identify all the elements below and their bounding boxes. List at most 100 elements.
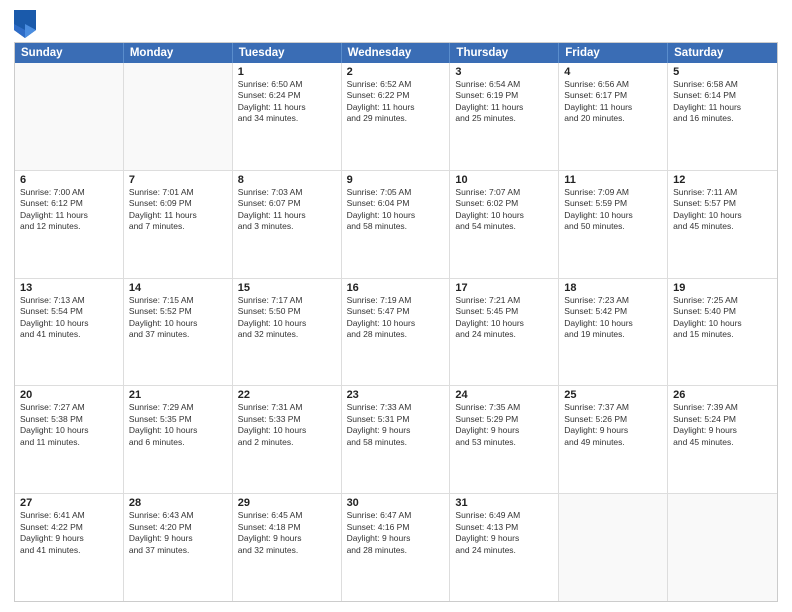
calendar-header: SundayMondayTuesdayWednesdayThursdayFrid… bbox=[15, 43, 777, 63]
day-number: 18 bbox=[564, 282, 662, 294]
calendar-cell: 19Sunrise: 7:25 AM Sunset: 5:40 PM Dayli… bbox=[668, 279, 777, 386]
day-number: 8 bbox=[238, 174, 336, 186]
day-number: 19 bbox=[673, 282, 772, 294]
day-info: Sunrise: 7:23 AM Sunset: 5:42 PM Dayligh… bbox=[564, 295, 662, 341]
calendar-header-cell: Thursday bbox=[450, 43, 559, 63]
day-info: Sunrise: 7:33 AM Sunset: 5:31 PM Dayligh… bbox=[347, 402, 445, 448]
calendar-row: 1Sunrise: 6:50 AM Sunset: 6:24 PM Daylig… bbox=[15, 63, 777, 171]
day-number: 10 bbox=[455, 174, 553, 186]
calendar-header-cell: Tuesday bbox=[233, 43, 342, 63]
day-number: 24 bbox=[455, 389, 553, 401]
calendar-header-cell: Monday bbox=[124, 43, 233, 63]
day-number: 16 bbox=[347, 282, 445, 294]
calendar-cell bbox=[15, 63, 124, 170]
day-number: 29 bbox=[238, 497, 336, 509]
calendar-cell: 29Sunrise: 6:45 AM Sunset: 4:18 PM Dayli… bbox=[233, 494, 342, 601]
day-info: Sunrise: 6:41 AM Sunset: 4:22 PM Dayligh… bbox=[20, 510, 118, 556]
calendar-cell bbox=[559, 494, 668, 601]
day-info: Sunrise: 7:27 AM Sunset: 5:38 PM Dayligh… bbox=[20, 402, 118, 448]
calendar-cell: 14Sunrise: 7:15 AM Sunset: 5:52 PM Dayli… bbox=[124, 279, 233, 386]
day-info: Sunrise: 7:37 AM Sunset: 5:26 PM Dayligh… bbox=[564, 402, 662, 448]
day-number: 1 bbox=[238, 66, 336, 78]
day-info: Sunrise: 7:31 AM Sunset: 5:33 PM Dayligh… bbox=[238, 402, 336, 448]
calendar-cell: 6Sunrise: 7:00 AM Sunset: 6:12 PM Daylig… bbox=[15, 171, 124, 278]
day-info: Sunrise: 7:15 AM Sunset: 5:52 PM Dayligh… bbox=[129, 295, 227, 341]
day-info: Sunrise: 7:03 AM Sunset: 6:07 PM Dayligh… bbox=[238, 187, 336, 233]
day-info: Sunrise: 6:52 AM Sunset: 6:22 PM Dayligh… bbox=[347, 79, 445, 125]
day-info: Sunrise: 6:56 AM Sunset: 6:17 PM Dayligh… bbox=[564, 79, 662, 125]
calendar-header-cell: Friday bbox=[559, 43, 668, 63]
day-number: 17 bbox=[455, 282, 553, 294]
calendar-cell: 28Sunrise: 6:43 AM Sunset: 4:20 PM Dayli… bbox=[124, 494, 233, 601]
calendar-cell: 21Sunrise: 7:29 AM Sunset: 5:35 PM Dayli… bbox=[124, 386, 233, 493]
day-info: Sunrise: 7:19 AM Sunset: 5:47 PM Dayligh… bbox=[347, 295, 445, 341]
calendar-row: 13Sunrise: 7:13 AM Sunset: 5:54 PM Dayli… bbox=[15, 279, 777, 387]
day-number: 28 bbox=[129, 497, 227, 509]
calendar-cell: 8Sunrise: 7:03 AM Sunset: 6:07 PM Daylig… bbox=[233, 171, 342, 278]
calendar-cell: 13Sunrise: 7:13 AM Sunset: 5:54 PM Dayli… bbox=[15, 279, 124, 386]
day-info: Sunrise: 6:50 AM Sunset: 6:24 PM Dayligh… bbox=[238, 79, 336, 125]
day-number: 27 bbox=[20, 497, 118, 509]
calendar-cell: 1Sunrise: 6:50 AM Sunset: 6:24 PM Daylig… bbox=[233, 63, 342, 170]
day-info: Sunrise: 6:54 AM Sunset: 6:19 PM Dayligh… bbox=[455, 79, 553, 125]
day-number: 25 bbox=[564, 389, 662, 401]
day-info: Sunrise: 7:29 AM Sunset: 5:35 PM Dayligh… bbox=[129, 402, 227, 448]
calendar-cell: 10Sunrise: 7:07 AM Sunset: 6:02 PM Dayli… bbox=[450, 171, 559, 278]
calendar-cell: 20Sunrise: 7:27 AM Sunset: 5:38 PM Dayli… bbox=[15, 386, 124, 493]
day-info: Sunrise: 7:07 AM Sunset: 6:02 PM Dayligh… bbox=[455, 187, 553, 233]
day-info: Sunrise: 7:21 AM Sunset: 5:45 PM Dayligh… bbox=[455, 295, 553, 341]
calendar-cell: 31Sunrise: 6:49 AM Sunset: 4:13 PM Dayli… bbox=[450, 494, 559, 601]
calendar-row: 27Sunrise: 6:41 AM Sunset: 4:22 PM Dayli… bbox=[15, 494, 777, 601]
day-info: Sunrise: 7:25 AM Sunset: 5:40 PM Dayligh… bbox=[673, 295, 772, 341]
day-number: 22 bbox=[238, 389, 336, 401]
day-info: Sunrise: 7:01 AM Sunset: 6:09 PM Dayligh… bbox=[129, 187, 227, 233]
day-number: 11 bbox=[564, 174, 662, 186]
day-number: 12 bbox=[673, 174, 772, 186]
day-info: Sunrise: 7:05 AM Sunset: 6:04 PM Dayligh… bbox=[347, 187, 445, 233]
day-number: 31 bbox=[455, 497, 553, 509]
day-number: 7 bbox=[129, 174, 227, 186]
calendar-cell: 18Sunrise: 7:23 AM Sunset: 5:42 PM Dayli… bbox=[559, 279, 668, 386]
day-info: Sunrise: 6:43 AM Sunset: 4:20 PM Dayligh… bbox=[129, 510, 227, 556]
day-info: Sunrise: 7:39 AM Sunset: 5:24 PM Dayligh… bbox=[673, 402, 772, 448]
calendar-cell: 3Sunrise: 6:54 AM Sunset: 6:19 PM Daylig… bbox=[450, 63, 559, 170]
calendar-cell bbox=[124, 63, 233, 170]
calendar-cell: 12Sunrise: 7:11 AM Sunset: 5:57 PM Dayli… bbox=[668, 171, 777, 278]
calendar-cell: 22Sunrise: 7:31 AM Sunset: 5:33 PM Dayli… bbox=[233, 386, 342, 493]
calendar-header-cell: Wednesday bbox=[342, 43, 451, 63]
day-number: 3 bbox=[455, 66, 553, 78]
day-number: 9 bbox=[347, 174, 445, 186]
day-info: Sunrise: 7:35 AM Sunset: 5:29 PM Dayligh… bbox=[455, 402, 553, 448]
calendar-row: 20Sunrise: 7:27 AM Sunset: 5:38 PM Dayli… bbox=[15, 386, 777, 494]
calendar-row: 6Sunrise: 7:00 AM Sunset: 6:12 PM Daylig… bbox=[15, 171, 777, 279]
day-number: 26 bbox=[673, 389, 772, 401]
calendar-cell bbox=[668, 494, 777, 601]
day-info: Sunrise: 7:13 AM Sunset: 5:54 PM Dayligh… bbox=[20, 295, 118, 341]
day-number: 2 bbox=[347, 66, 445, 78]
calendar-cell: 17Sunrise: 7:21 AM Sunset: 5:45 PM Dayli… bbox=[450, 279, 559, 386]
header bbox=[14, 10, 778, 38]
day-number: 5 bbox=[673, 66, 772, 78]
calendar-header-cell: Sunday bbox=[15, 43, 124, 63]
day-info: Sunrise: 7:11 AM Sunset: 5:57 PM Dayligh… bbox=[673, 187, 772, 233]
day-number: 23 bbox=[347, 389, 445, 401]
calendar: SundayMondayTuesdayWednesdayThursdayFrid… bbox=[14, 42, 778, 602]
calendar-cell: 30Sunrise: 6:47 AM Sunset: 4:16 PM Dayli… bbox=[342, 494, 451, 601]
day-info: Sunrise: 6:45 AM Sunset: 4:18 PM Dayligh… bbox=[238, 510, 336, 556]
day-number: 4 bbox=[564, 66, 662, 78]
calendar-cell: 23Sunrise: 7:33 AM Sunset: 5:31 PM Dayli… bbox=[342, 386, 451, 493]
calendar-cell: 26Sunrise: 7:39 AM Sunset: 5:24 PM Dayli… bbox=[668, 386, 777, 493]
calendar-cell: 5Sunrise: 6:58 AM Sunset: 6:14 PM Daylig… bbox=[668, 63, 777, 170]
day-info: Sunrise: 6:49 AM Sunset: 4:13 PM Dayligh… bbox=[455, 510, 553, 556]
day-info: Sunrise: 6:47 AM Sunset: 4:16 PM Dayligh… bbox=[347, 510, 445, 556]
day-number: 13 bbox=[20, 282, 118, 294]
logo-icon bbox=[14, 10, 36, 38]
calendar-cell: 11Sunrise: 7:09 AM Sunset: 5:59 PM Dayli… bbox=[559, 171, 668, 278]
calendar-cell: 25Sunrise: 7:37 AM Sunset: 5:26 PM Dayli… bbox=[559, 386, 668, 493]
day-info: Sunrise: 7:09 AM Sunset: 5:59 PM Dayligh… bbox=[564, 187, 662, 233]
day-number: 30 bbox=[347, 497, 445, 509]
day-number: 15 bbox=[238, 282, 336, 294]
page: SundayMondayTuesdayWednesdayThursdayFrid… bbox=[0, 0, 792, 612]
day-info: Sunrise: 7:17 AM Sunset: 5:50 PM Dayligh… bbox=[238, 295, 336, 341]
calendar-cell: 4Sunrise: 6:56 AM Sunset: 6:17 PM Daylig… bbox=[559, 63, 668, 170]
